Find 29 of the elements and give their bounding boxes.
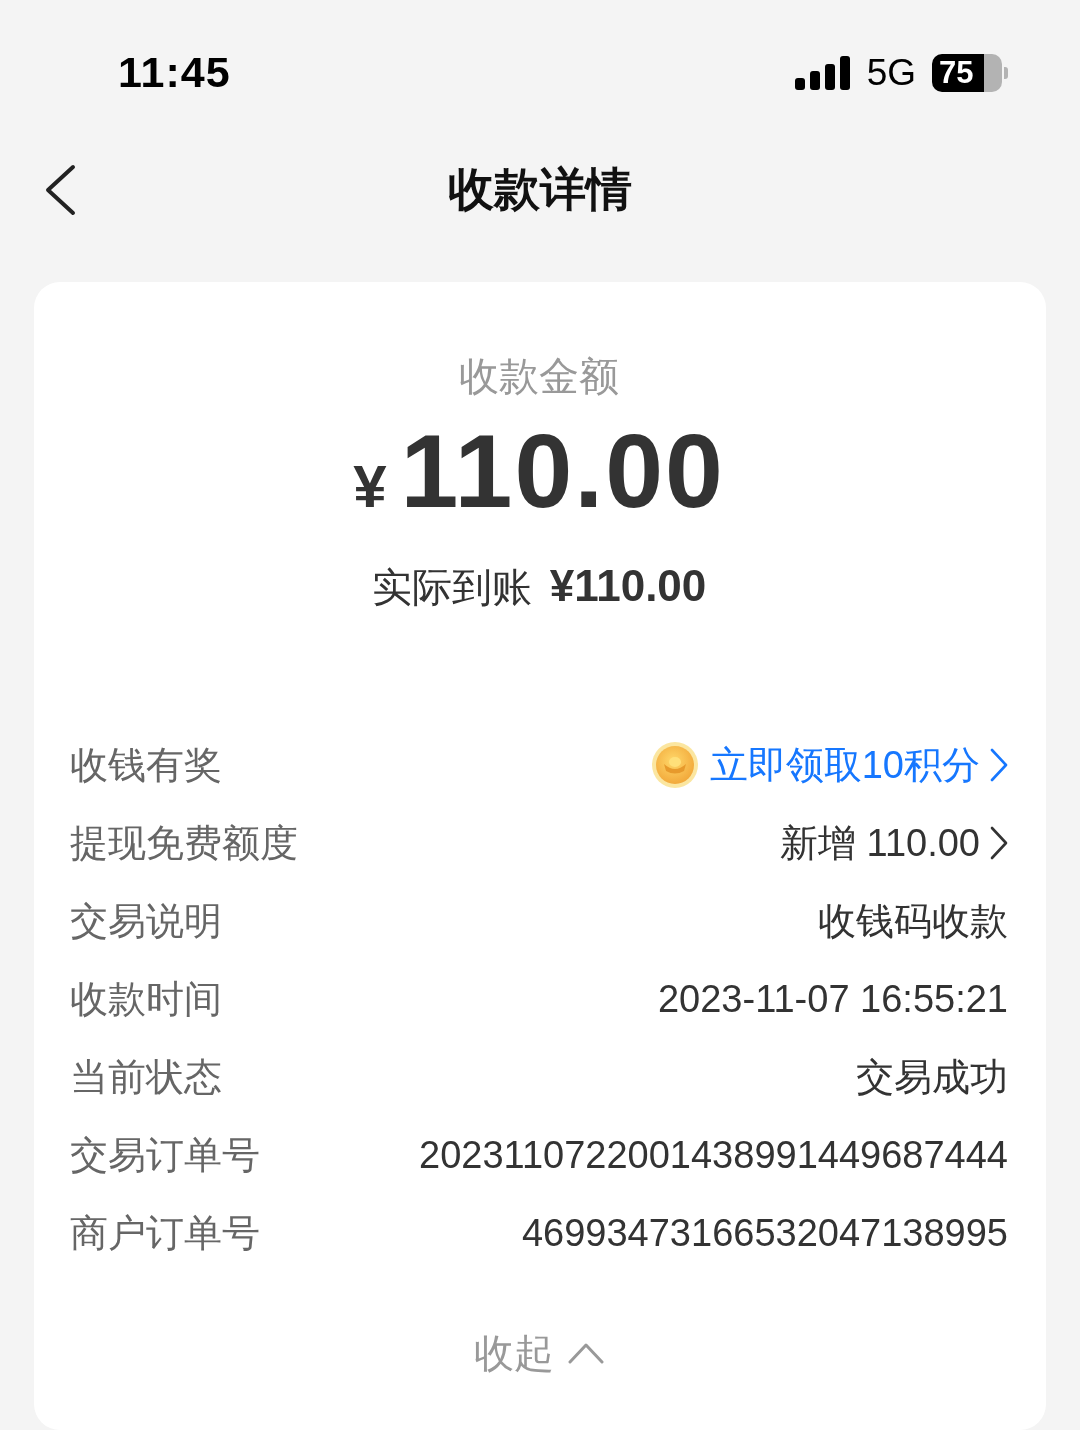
back-button[interactable]	[44, 164, 76, 216]
claim-points-link[interactable]: 立即领取10积分	[709, 739, 980, 791]
detail-value: 46993473166532047138995	[521, 1211, 1008, 1255]
detail-label: 当前状态	[70, 1054, 222, 1100]
detail-label: 商户订单号	[70, 1210, 260, 1256]
detail-value: 2023110722001438991449687444	[419, 1133, 1008, 1177]
received-label: 实际到账	[371, 564, 532, 611]
amount-value: 110.00	[400, 416, 725, 526]
detail-label: 交易订单号	[70, 1132, 260, 1178]
network-label: 5G	[866, 51, 916, 94]
detail-value-link[interactable]: 新增 110.00	[780, 817, 980, 869]
chevron-right-icon	[990, 748, 1008, 782]
page-title: 收款详情	[448, 162, 632, 217]
detail-value: 收钱码收款	[818, 898, 1008, 944]
detail-label: 交易说明	[70, 898, 222, 944]
received-amount: ¥110.00	[549, 561, 707, 611]
amount-label: 收款金额	[459, 353, 619, 400]
detail-label: 提现免费额度	[70, 820, 298, 866]
currency-symbol: ¥	[353, 452, 387, 522]
coin-icon	[651, 742, 698, 788]
detail-label: 收钱有奖	[70, 742, 222, 788]
status-time: 11:45	[118, 48, 231, 97]
chevron-up-icon	[568, 1342, 604, 1364]
detail-value: 交易成功	[856, 1054, 1008, 1100]
collapse-button[interactable]: 收起	[474, 1328, 604, 1378]
detail-value: 2023-11-07 16:55:21	[657, 977, 1008, 1021]
detail-label: 收款时间	[70, 976, 222, 1022]
chevron-right-icon	[990, 826, 1008, 860]
signal-icon	[794, 55, 851, 90]
